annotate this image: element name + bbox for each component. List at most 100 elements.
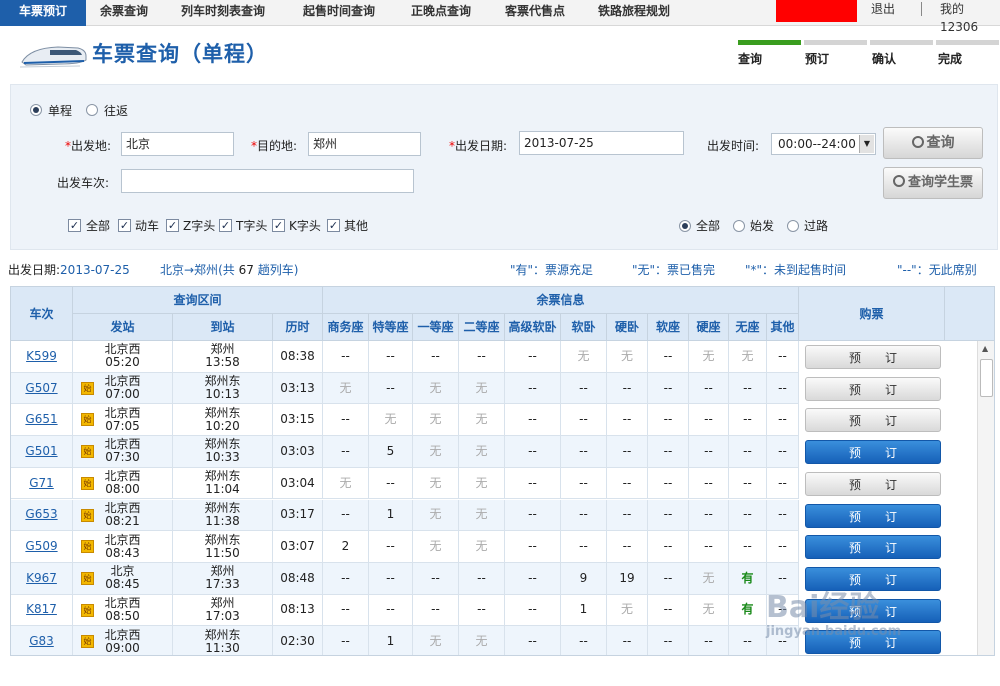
book-button[interactable]: 预订 (805, 566, 941, 591)
origin-badge-icon: 始 (81, 445, 94, 459)
departure-time-select[interactable]: 00:00--24:00 ▼ (771, 133, 876, 155)
radio-station-all[interactable] (679, 220, 691, 232)
tab-trip-planning[interactable]: 铁路旅程规划 (598, 0, 670, 26)
seat-cell: -- (561, 499, 607, 531)
seat-cell: -- (413, 341, 459, 372)
tab-remaining-tickets[interactable]: 余票查询 (100, 0, 148, 26)
my-12306-link[interactable]: 我的12306 (940, 0, 1000, 36)
checkbox-k[interactable]: ✓ (272, 219, 285, 232)
depart-cell: 始北京西 09:00 (73, 626, 173, 655)
seat-cell: -- (729, 626, 767, 655)
radio-origin[interactable] (733, 220, 745, 232)
table-row: G651 始北京西 07:05 郑州东 10:20 03:15 -- 无无无 -- -- -- -- -… (11, 404, 799, 437)
train-number-link[interactable]: K967 (26, 571, 57, 585)
arrive-cell: 郑州东 10:33 (173, 436, 273, 467)
station-passing-label: 过路 (804, 219, 829, 233)
train-number-link[interactable]: K599 (26, 349, 57, 363)
seat-cell: 9 (561, 562, 607, 594)
query-button[interactable]: 查询 (883, 127, 983, 159)
book-button[interactable]: 预订 (805, 535, 941, 560)
seat-cell: 有 (729, 594, 767, 626)
student-query-button[interactable]: 查询学生票 (883, 167, 983, 199)
seat-cell: -- (689, 531, 729, 562)
table-row: G509 始北京西 08:43 郑州东 11:50 03:07 2 -- 无无 -- -- -- -- -… (11, 531, 799, 563)
tab-sale-time[interactable]: 起售时间查询 (303, 0, 375, 26)
duration-cell: 03:04 (273, 467, 323, 499)
seat-cell: -- (607, 404, 648, 436)
train-number-link[interactable]: G507 (25, 381, 57, 395)
book-button[interactable]: 预订 (805, 408, 941, 433)
arrive-cell: 郑州东 11:04 (173, 467, 273, 499)
seat-cell: -- (561, 372, 607, 404)
book-button[interactable]: 预订 (805, 440, 941, 465)
origin-badge-icon: 始 (81, 381, 94, 395)
scroll-up-arrow[interactable]: ▲ (982, 344, 988, 353)
train-number-link[interactable]: G509 (25, 540, 57, 553)
to-station-input[interactable]: 郑州 (308, 132, 421, 156)
seat-cell: -- (323, 562, 369, 594)
book-button[interactable]: 预订 (805, 376, 941, 401)
seat-cell: 无 (413, 626, 459, 655)
seat-cell: -- (505, 626, 561, 655)
seat-cell: -- (369, 594, 413, 626)
seat-cell: -- (607, 372, 648, 404)
depart-cell: 始北京西 07:00 (73, 372, 173, 404)
seat-cell: 无 (689, 562, 729, 594)
radio-passing[interactable] (787, 220, 799, 232)
seat-cell: -- (369, 562, 413, 594)
tab-timetable[interactable]: 列车时刻表查询 (181, 0, 265, 26)
train-number-link[interactable]: K817 (26, 603, 57, 616)
origin-badge-icon: 始 (81, 508, 94, 522)
checkbox-all[interactable]: ✓ (68, 219, 81, 232)
type-emu-label: 动车 (135, 219, 160, 233)
step-query: 查询 (738, 52, 763, 66)
train-cell: K967 (11, 562, 73, 594)
table-row: G501 始北京西 07:30 郑州东 10:33 03:03 -- 5 无无 -- -- -- -- -… (11, 436, 799, 468)
tab-delay-query[interactable]: 正晚点查询 (411, 0, 471, 26)
header-seat-0: 商务座 (323, 314, 369, 341)
scrollbar-thumb[interactable] (980, 359, 993, 397)
vertical-scrollbar[interactable]: ▲ (977, 341, 994, 655)
book-button[interactable]: 预订 (805, 345, 941, 369)
radio-round-trip[interactable] (86, 104, 98, 116)
train-number-link[interactable]: G651 (25, 413, 57, 426)
seat-cell: -- (323, 594, 369, 626)
legend-available: "有"：票源充足 (510, 263, 594, 277)
seat-cell: -- (767, 372, 799, 404)
table-row: G71 始北京西 08:00 郑州东 11:04 03:04 无 -- 无无 -- -- -- -- --… (11, 467, 799, 500)
logout-link[interactable]: 退出 (871, 0, 895, 18)
radio-one-way[interactable] (30, 104, 42, 116)
checkbox-other[interactable]: ✓ (327, 219, 340, 232)
duration-cell: 03:03 (273, 436, 323, 467)
book-button[interactable]: 预订 (805, 471, 941, 496)
checkbox-t[interactable]: ✓ (219, 219, 232, 232)
tab-agency[interactable]: 客票代售点 (505, 0, 565, 26)
book-button[interactable]: 预订 (805, 503, 941, 528)
train-number-link[interactable]: G501 (25, 444, 57, 458)
seat-cell: 无 (413, 499, 459, 531)
train-number-input[interactable] (121, 169, 414, 193)
checkbox-emu[interactable]: ✓ (118, 219, 131, 232)
seat-cell: -- (459, 341, 505, 372)
tab-ticket-booking[interactable]: 车票预订 (0, 0, 86, 26)
from-station-input[interactable]: 北京 (121, 132, 234, 156)
checkbox-z[interactable]: ✓ (166, 219, 179, 232)
top-nav: 车票预订 余票查询 列车时刻表查询 起售时间查询 正晚点查询 客票代售点 铁路旅… (0, 0, 1000, 34)
arrive-time: 11:30 (205, 640, 240, 655)
train-number-link[interactable]: G71 (29, 476, 54, 490)
duration-cell: 03:13 (273, 372, 323, 404)
depart-time: 07:30 (105, 450, 140, 465)
seat-cell: 无 (413, 372, 459, 404)
depart-station: 北京西 (104, 595, 141, 610)
departure-date-input[interactable]: 2013-07-25 (519, 131, 684, 155)
seat-cell: -- (729, 531, 767, 562)
seat-cell: -- (648, 341, 689, 372)
seat-cell: -- (729, 467, 767, 499)
seat-cell: -- (648, 499, 689, 531)
train-number-link[interactable]: G653 (25, 508, 57, 521)
seat-cell: -- (505, 562, 561, 594)
seat-cell: 无 (459, 436, 505, 467)
result-date: 出发日期:2013-07-25 (8, 263, 130, 277)
train-number-link[interactable]: G83 (29, 635, 54, 648)
station-all-label: 全部 (696, 219, 721, 233)
